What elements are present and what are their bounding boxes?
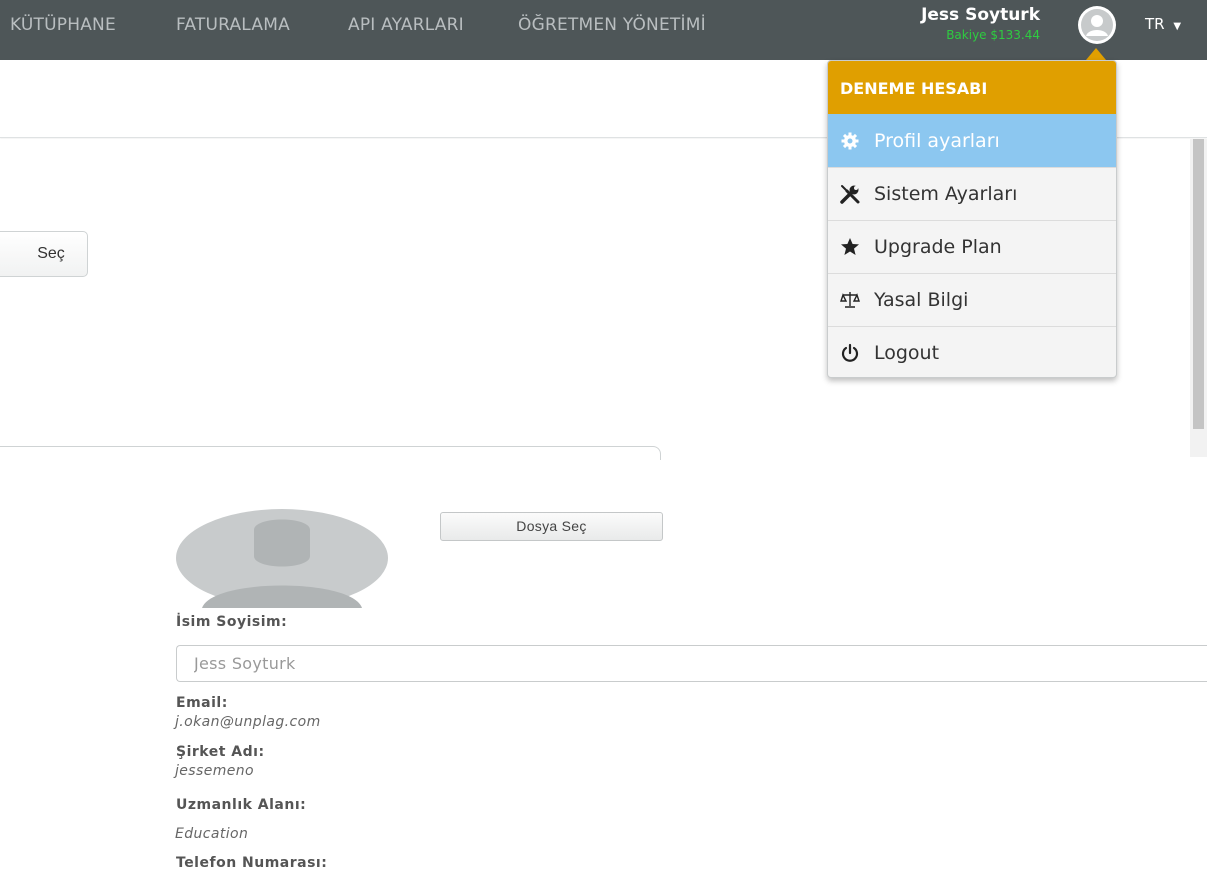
profile-avatar-icon <box>176 508 388 608</box>
balance-label: Bakiye $133.44 <box>946 28 1040 42</box>
company-label: Şirket Adı: <box>176 744 265 760</box>
user-info[interactable]: Jess Soyturk Bakiye $133.44 <box>921 4 1040 43</box>
language-label: TR <box>1145 15 1165 33</box>
scrollbar-thumb[interactable] <box>1193 139 1204 429</box>
user-dropdown-menu: DENEME HESABI Profil ayarları Sistem Aya… <box>827 60 1117 378</box>
menu-item-label: Profil ayarları <box>874 129 1000 152</box>
user-name: Jess Soyturk <box>921 5 1040 25</box>
menu-item-upgrade-plan[interactable]: Upgrade Plan <box>828 220 1116 273</box>
expertise-value: Education <box>175 826 249 842</box>
menu-item-legal-info[interactable]: Yasal Bilgi <box>828 273 1116 326</box>
email-label: Email: <box>176 695 228 711</box>
upload-box-edge <box>0 446 661 460</box>
power-icon <box>839 342 861 364</box>
name-label: İsim Soyisim: <box>176 614 288 630</box>
gear-icon <box>839 130 861 152</box>
dropdown-caret <box>1086 48 1106 60</box>
trial-account-header: DENEME HESABI <box>828 61 1116 114</box>
wrench-screwdriver-icon <box>839 183 861 205</box>
email-value: j.okan@unplag.com <box>175 714 321 730</box>
menu-item-label: Logout <box>874 342 940 364</box>
caret-down-icon: ▼ <box>1173 21 1182 32</box>
phone-label: Telefon Numarası: <box>176 855 328 871</box>
nav-link-billing[interactable]: FATURALAMA <box>176 0 290 50</box>
select-button[interactable]: Seç <box>0 231 88 277</box>
nav-link-teacher-management[interactable]: ÖĞRETMEN YÖNETİMİ <box>518 0 706 50</box>
name-input[interactable] <box>176 645 1207 682</box>
menu-item-label: Yasal Bilgi <box>874 289 969 311</box>
menu-item-system-settings[interactable]: Sistem Ayarları <box>828 167 1116 220</box>
menu-item-logout[interactable]: Logout <box>828 326 1116 377</box>
menu-item-label: Sistem Ayarları <box>874 183 1018 205</box>
nav-link-library[interactable]: KÜTÜPHANE <box>10 0 116 50</box>
user-avatar-icon[interactable] <box>1075 5 1119 45</box>
top-navbar: KÜTÜPHANE FATURALAMA API AYARLARI ÖĞRETM… <box>0 0 1207 60</box>
menu-item-profile-settings[interactable]: Profil ayarları <box>828 114 1116 167</box>
menu-item-label: Upgrade Plan <box>874 236 1002 258</box>
choose-file-button[interactable]: Dosya Seç <box>440 512 663 541</box>
expertise-label: Uzmanlık Alanı: <box>176 797 307 813</box>
language-selector[interactable]: TR ▼ <box>1145 12 1181 39</box>
scales-icon <box>839 289 861 311</box>
company-value: jessemeno <box>175 763 254 779</box>
star-icon <box>839 236 861 258</box>
nav-link-api-settings[interactable]: API AYARLARI <box>348 0 464 50</box>
